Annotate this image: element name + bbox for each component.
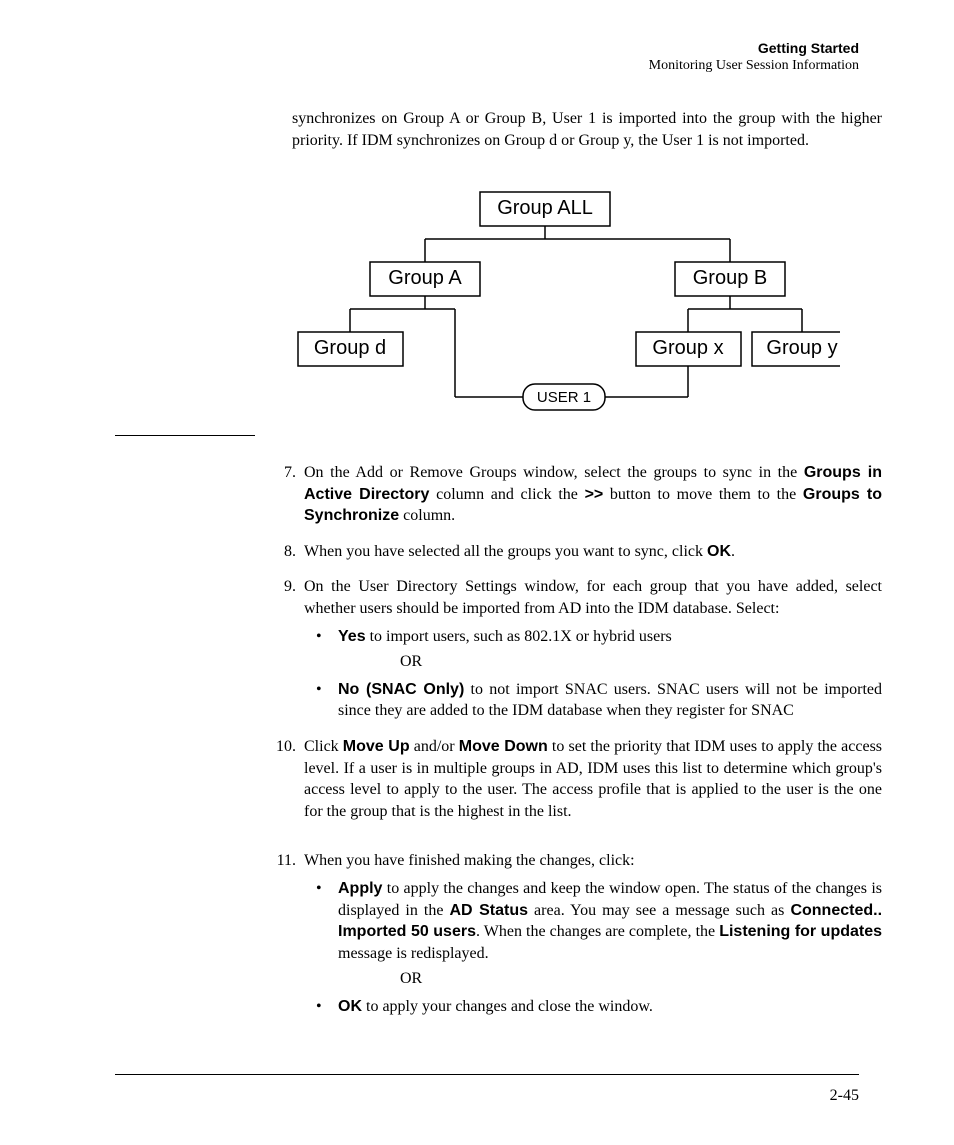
option-ok: OK to apply your changes and close the w…	[304, 996, 882, 1018]
footer-rule	[115, 1074, 859, 1075]
step-number: 10.	[262, 736, 296, 758]
node-x: Group x	[652, 337, 723, 359]
step-11: 11. When you have finished making the ch…	[262, 850, 882, 1017]
step-8: 8. When you have selected all the groups…	[262, 541, 882, 563]
or-separator: OR	[400, 968, 882, 990]
node-user: USER 1	[537, 389, 591, 406]
node-d: Group d	[314, 337, 386, 359]
step-list: 7. On the Add or Remove Groups window, s…	[262, 462, 882, 1017]
intro-paragraph: synchronizes on Group A or Group B, User…	[292, 108, 882, 151]
header-title: Getting Started	[649, 40, 859, 56]
page-number: 2-45	[830, 1087, 859, 1105]
step-number: 11.	[262, 850, 296, 872]
node-b: Group B	[693, 267, 767, 289]
step-9-options: Yes to import users, such as 802.1X or h…	[304, 626, 882, 722]
option-yes: Yes to import users, such as 802.1X or h…	[304, 626, 882, 673]
step-number: 9.	[262, 576, 296, 598]
header-subtitle: Monitoring User Session Information	[649, 58, 859, 74]
sidebar-rule	[115, 435, 255, 436]
step-7: 7. On the Add or Remove Groups window, s…	[262, 462, 882, 527]
step-9: 9. On the User Directory Settings window…	[262, 576, 882, 722]
node-all: Group ALL	[497, 197, 593, 219]
step-10: 10. Click Move Up and/or Move Down to se…	[262, 736, 882, 822]
step-number: 8.	[262, 541, 296, 563]
or-separator: OR	[400, 651, 882, 673]
step-11-options: Apply to apply the changes and keep the …	[304, 878, 882, 1018]
group-hierarchy-diagram: Group ALL Group A Group B Group d Group …	[280, 184, 840, 424]
node-y: Group y	[766, 337, 837, 359]
node-a: Group A	[388, 267, 462, 289]
page-header: Getting Started Monitoring User Session …	[649, 40, 859, 74]
option-no: No (SNAC Only) to not import SNAC users.…	[304, 679, 882, 722]
step-number: 7.	[262, 462, 296, 484]
main-content: 7. On the Add or Remove Groups window, s…	[262, 462, 882, 1031]
option-apply: Apply to apply the changes and keep the …	[304, 878, 882, 990]
